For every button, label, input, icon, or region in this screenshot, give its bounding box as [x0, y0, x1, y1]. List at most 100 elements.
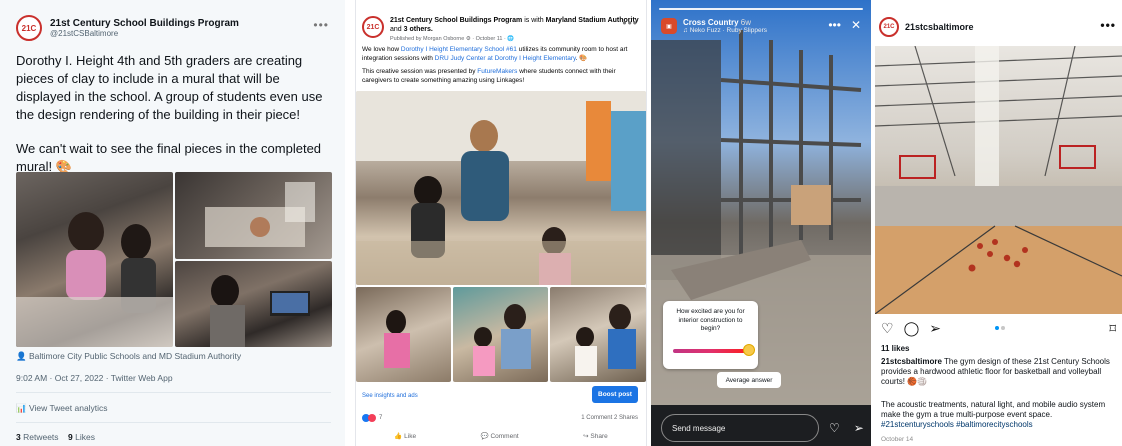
send-icon[interactable]: ➢ — [854, 421, 864, 435]
ig-avatar[interactable]: 21C — [879, 17, 899, 37]
more-options-icon[interactable]: ••• — [313, 18, 329, 32]
instagram-story: ▣ Cross Country 6w ♫ Neko Fuzz · Ruby Sl… — [651, 0, 871, 446]
ig-username[interactable]: 21stcsbaltimore — [905, 22, 974, 32]
tweet-stats: 3 Retweets 9 Likes — [16, 432, 95, 442]
ig-post-header: 21C 21stcsbaltimore — [879, 17, 974, 37]
fb-post-header: 21C 21st Century School Buildings Progra… — [362, 16, 640, 42]
fb-reactions[interactable]: 7 — [362, 414, 382, 422]
more-options-icon[interactable]: ••• — [622, 16, 638, 30]
send-message-input[interactable]: Send message — [661, 414, 819, 442]
fb-post-date[interactable]: October 11 — [476, 36, 503, 42]
gym-interior — [875, 46, 1122, 314]
students-laptop — [210, 275, 310, 347]
love-reaction-icon — [368, 414, 376, 422]
more-options-icon[interactable]: ••• — [1100, 18, 1116, 32]
reactions-count: 7 — [379, 415, 383, 421]
fb-like-button[interactable]: 👍 Like — [394, 432, 416, 440]
bookmark-icon[interactable]: ⌑ — [1109, 321, 1116, 337]
story-account-name[interactable]: Cross Country 6w — [683, 18, 767, 27]
slider-emoji-icon[interactable] — [743, 344, 755, 356]
story-header: ▣ Cross Country 6w ♫ Neko Fuzz · Ruby Sl… — [661, 18, 767, 34]
likes-count[interactable]: 9 Likes — [68, 432, 95, 442]
account-name[interactable]: 21st Century School Buildings Program — [50, 18, 239, 29]
tweet-text: Dorothy I. Height 4th and 5th graders ar… — [16, 52, 334, 192]
account-handle[interactable]: @21stCSBaltimore — [50, 29, 239, 38]
twitter-post: 21C 21st Century School Buildings Progra… — [0, 0, 345, 446]
fb-link-school[interactable]: Dorothy I Height Elementary School #61 — [401, 46, 517, 53]
ig-post-date: October 14 — [881, 436, 914, 443]
tweet-timestamp[interactable]: 9:02 AM · Oct 27, 2022 · Twitter Web App — [16, 373, 173, 383]
thumbs-up-icon: 👍 — [394, 433, 403, 440]
story-progress-bar — [659, 8, 863, 10]
tagged-location[interactable]: 👤 Baltimore City Public Schools and MD S… — [16, 351, 241, 362]
ig-caption: 21stcsbaltimore The gym design of these … — [881, 357, 1119, 387]
retweets-count[interactable]: 3 Retweets — [16, 432, 59, 442]
fb-photo-2[interactable] — [453, 287, 548, 382]
ig-hashtags[interactable]: #21stcenturyschools #baltimorecityschool… — [881, 420, 1033, 429]
analytics-label: View Tweet analytics — [28, 403, 108, 413]
analytics-icon: 📊 — [16, 403, 27, 413]
fb-page-name[interactable]: 21st Century School Buildings Program — [390, 17, 522, 24]
fb-share-button[interactable]: ↪ Share — [583, 432, 608, 440]
clay-hands — [205, 182, 315, 247]
comment-icon[interactable]: ◯ — [904, 320, 920, 337]
story-avatar[interactable]: ▣ — [661, 18, 677, 34]
page-avatar[interactable]: 21C — [362, 16, 384, 38]
tweet-photo-main[interactable] — [16, 172, 173, 347]
fb-photo-main[interactable] — [356, 91, 646, 285]
fb-photo-3[interactable] — [550, 287, 646, 382]
fb-tagged-others[interactable]: 3 others. — [404, 26, 433, 33]
divider — [16, 392, 331, 393]
tweet-header: 21C 21st Century School Buildings Progra… — [16, 15, 239, 41]
tweet-analytics-link[interactable]: 📊 View Tweet analytics — [16, 403, 108, 414]
fb-paragraph: This creative session was presented by F… — [362, 68, 616, 84]
classroom-scene — [356, 91, 646, 285]
ig-action-icons: ♡ ◯ ➢ — [881, 320, 941, 337]
comment-icon: 💬 — [480, 433, 489, 440]
ig-gym-photo[interactable] — [875, 46, 1122, 314]
ig-caption-continued: The acoustic treatments, natural light, … — [881, 400, 1119, 430]
fb-paragraph: We love how Dorothy I Height Elementary … — [362, 46, 628, 62]
fb-action-bar: 👍 Like 💬 Comment ↪ Share — [362, 432, 640, 440]
boost-post-button[interactable]: Boost post — [592, 386, 638, 403]
facebook-post: 21C 21st Century School Buildings Progra… — [355, 0, 647, 446]
share-icon: ↪ — [583, 433, 589, 440]
person-icon: 👤 — [16, 351, 27, 361]
profile-avatar[interactable]: 21C — [16, 15, 42, 41]
students-figures — [16, 212, 173, 347]
carousel-indicator — [995, 326, 1005, 330]
heart-icon[interactable]: ♡ — [881, 320, 894, 337]
location-text: Baltimore City Public Schools and MD Sta… — [28, 351, 242, 361]
average-answer-label: Average answer — [717, 372, 781, 388]
tweet-photo-bottom-right[interactable] — [175, 261, 332, 347]
story-action-icons: ♡ ➢ — [829, 421, 864, 435]
fb-post-text: We love how Dorothy I Height Elementary … — [362, 46, 642, 90]
fb-photo-1[interactable] — [356, 287, 451, 382]
ig-caption-text-2: The acoustic treatments, natural light, … — [881, 400, 1106, 419]
fb-post-title: 21st Century School Buildings Program is… — [390, 17, 639, 33]
fb-insights-link[interactable]: See insights and ads — [362, 393, 418, 399]
tweet-paragraph: We can't wait to see the final pieces in… — [16, 141, 322, 174]
fb-published-info: Published by Morgan Osborne ⚙ · October … — [390, 36, 515, 42]
fb-link-judy-center[interactable]: DRU Judy Center at Dorothy I Height Elem… — [435, 55, 576, 62]
close-icon[interactable]: ✕ — [851, 18, 861, 32]
fb-link-futuremakers[interactable]: FutureMakers — [477, 68, 517, 75]
poll-question: How excited are you for interior constru… — [676, 308, 745, 332]
story-music[interactable]: ♫ Neko Fuzz · Ruby Slippers — [683, 27, 767, 34]
adult-child-crafting — [575, 304, 636, 376]
fb-comment-button[interactable]: 💬 Comment — [481, 432, 519, 440]
send-icon[interactable]: ➢ — [929, 320, 941, 337]
more-options-icon[interactable]: ••• — [828, 18, 841, 32]
heart-icon[interactable]: ♡ — [829, 421, 840, 435]
ig-caption-username[interactable]: 21stcsbaltimore — [881, 357, 942, 366]
music-icon: ♫ — [683, 27, 688, 34]
emoji-slider-poll[interactable]: How excited are you for interior constru… — [663, 301, 758, 369]
slider-track[interactable] — [673, 349, 749, 353]
child-crafting — [384, 310, 410, 368]
ig-likes-count[interactable]: 11 likes — [881, 344, 909, 353]
tweet-paragraph: Dorothy I. Height 4th and 5th graders ar… — [16, 53, 323, 122]
divider — [16, 422, 331, 423]
family-crafting — [473, 304, 531, 376]
fb-comments-shares[interactable]: 1 Comment 2 Shares — [581, 415, 638, 421]
tweet-photo-top-right[interactable] — [175, 172, 332, 259]
